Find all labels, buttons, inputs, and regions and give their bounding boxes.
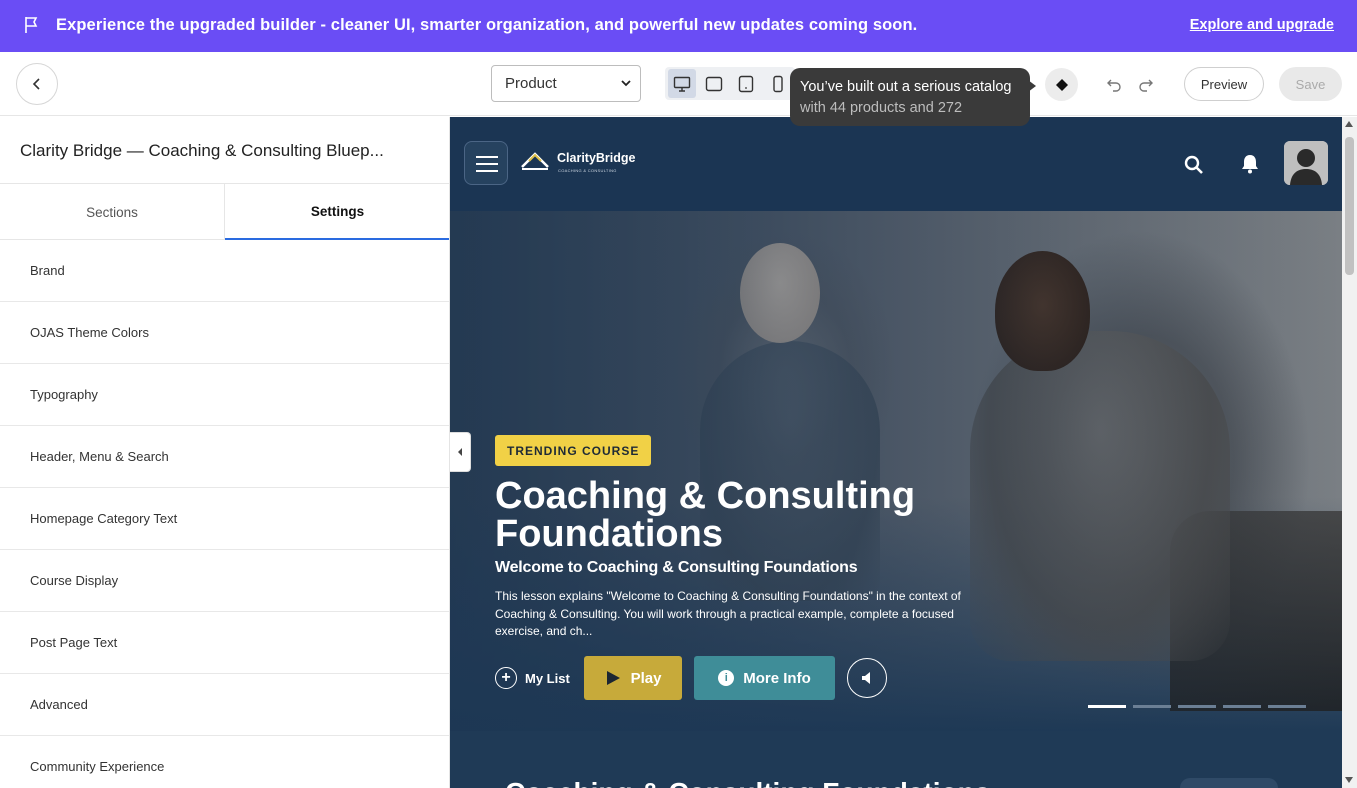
mute-button[interactable]: [847, 658, 887, 698]
save-button[interactable]: Save: [1279, 67, 1342, 101]
slide-dot[interactable]: [1223, 705, 1261, 708]
play-button[interactable]: Play: [584, 656, 682, 700]
hero-description: This lesson explains "Welcome to Coachin…: [495, 589, 961, 638]
play-label: Play: [630, 669, 662, 687]
settings-item-homepage-category-text[interactable]: Homepage Category Text: [0, 488, 449, 550]
play-icon: [606, 671, 620, 685]
tablet-portrait-view-button[interactable]: [732, 69, 760, 98]
scroll-thumb[interactable]: [1345, 137, 1354, 275]
desktop-icon: [673, 76, 691, 92]
settings-item-community-experience[interactable]: Community Experience: [0, 736, 449, 788]
diamond-icon: [1055, 78, 1068, 91]
upgrade-diamond-button[interactable]: [1045, 68, 1078, 101]
logo-tagline: COACHING & CONSULTING: [558, 168, 617, 173]
more-info-button[interactable]: i More Info: [694, 656, 835, 700]
panel-tabs: Sections Settings: [0, 183, 449, 240]
my-list-button[interactable]: + My List: [495, 667, 570, 689]
page-type-select[interactable]: Product: [491, 65, 641, 102]
settings-item-header-menu-search[interactable]: Header, Menu & Search: [0, 426, 449, 488]
tab-settings[interactable]: Settings: [225, 184, 449, 240]
plus-circle-icon: +: [495, 667, 517, 689]
caret-left-icon: [458, 448, 462, 456]
hero-title: Coaching & Consulting Foundations: [495, 475, 916, 555]
more-info-label: More Info: [743, 669, 811, 687]
builder-toolbar: Product Preview Save: [0, 52, 1357, 116]
settings-panel: Clarity Bridge — Coaching & Consulting B…: [0, 117, 450, 788]
user-silhouette-icon: [1284, 141, 1328, 185]
trending-badge: TRENDING COURSE: [495, 435, 652, 466]
chevron-down-icon: [621, 80, 631, 87]
device-switcher: [665, 67, 795, 100]
hamburger-menu-button[interactable]: [464, 141, 508, 185]
tooltip-arrow: [1028, 80, 1036, 92]
slide-dot[interactable]: [1268, 705, 1306, 708]
slider-pagination: [1088, 705, 1308, 708]
section-action-pill[interactable]: [1180, 778, 1278, 788]
preview-scrollbar[interactable]: [1342, 117, 1357, 788]
info-icon: i: [718, 670, 735, 686]
hero-subtitle: Welcome to Coaching & Consulting Foundat…: [495, 559, 858, 576]
settings-item-advanced[interactable]: Advanced: [0, 674, 449, 736]
tablet-landscape-icon: [705, 76, 723, 91]
flag-icon: [25, 17, 38, 33]
settings-item-post-page-text[interactable]: Post Page Text: [0, 612, 449, 674]
chevron-left-icon: [32, 78, 40, 90]
logo-name: ClarityBridge: [557, 151, 636, 165]
logo-mark-icon: [521, 152, 549, 170]
hero-overlay: [450, 211, 1342, 731]
site-header: ClarityBridge COACHING & CONSULTING: [450, 117, 1342, 211]
explore-upgrade-link[interactable]: Explore and upgrade: [1190, 17, 1334, 33]
site-preview: ClarityBridge COACHING & CONSULTING TREN…: [450, 117, 1342, 788]
tooltip-line-1: You’ve built out a serious catalog: [800, 79, 1012, 95]
bell-icon[interactable]: [1239, 153, 1261, 175]
tooltip-line-2: with 44 products and 272: [800, 100, 963, 116]
my-list-label: My List: [525, 670, 570, 686]
slide-dot[interactable]: [1088, 705, 1126, 708]
catalog-tooltip: You’ve built out a serious catalog with …: [790, 68, 1030, 126]
slide-dot[interactable]: [1178, 705, 1216, 708]
speaker-icon: [862, 672, 870, 684]
slide-dot[interactable]: [1133, 705, 1171, 708]
scroll-up-arrow[interactable]: [1345, 121, 1353, 127]
panel-title: Clarity Bridge — Coaching & Consulting B…: [20, 141, 384, 160]
page-type-value: Product: [505, 75, 557, 92]
scroll-down-arrow[interactable]: [1345, 777, 1353, 783]
undo-icon[interactable]: [1106, 76, 1122, 92]
section-title: Coaching & Consulting Foundations: [505, 777, 990, 788]
desktop-view-button[interactable]: [668, 69, 696, 98]
announcement-banner: Experience the upgraded builder - cleane…: [0, 0, 1357, 52]
tablet-landscape-view-button[interactable]: [700, 69, 728, 98]
settings-list: Brand OJAS Theme Colors Typography Heade…: [0, 240, 449, 788]
settings-item-course-display[interactable]: Course Display: [0, 550, 449, 612]
banner-message: Experience the upgraded builder - cleane…: [56, 16, 918, 34]
preview-button[interactable]: Preview: [1184, 67, 1264, 101]
hero-banner: TRENDING COURSE Coaching & Consulting Fo…: [450, 211, 1342, 731]
search-icon[interactable]: [1184, 155, 1204, 175]
tablet-portrait-icon: [738, 75, 754, 92]
tab-sections[interactable]: Sections: [0, 184, 225, 240]
settings-item-typography[interactable]: Typography: [0, 364, 449, 426]
mobile-view-button[interactable]: [764, 69, 792, 98]
avatar[interactable]: [1284, 141, 1328, 185]
redo-icon[interactable]: [1138, 76, 1154, 92]
collapse-panel-button[interactable]: [450, 432, 471, 472]
settings-item-brand[interactable]: Brand: [0, 240, 449, 302]
mobile-icon: [773, 75, 783, 92]
settings-item-theme-colors[interactable]: OJAS Theme Colors: [0, 302, 449, 364]
back-button[interactable]: [16, 63, 58, 105]
